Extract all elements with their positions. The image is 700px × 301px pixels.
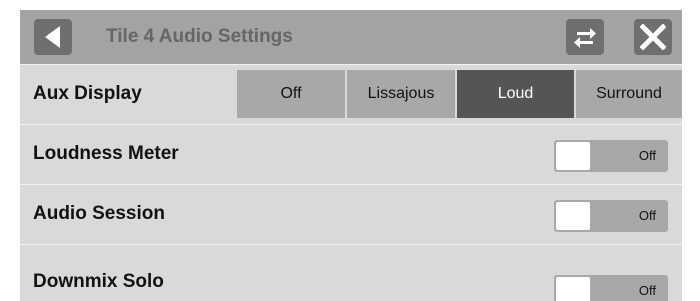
audio-settings-panel: Tile 4 Audio Settings Aux Display Off Li… [20,10,682,301]
downmix-solo-row: Downmix Solo Off [20,244,682,301]
loudness-meter-label: Loudness Meter [33,143,179,164]
back-arrow-icon [45,26,60,48]
toggle-knob [556,142,590,170]
audio-session-label: Audio Session [33,203,165,224]
close-button[interactable] [634,19,672,55]
title-bar: Tile 4 Audio Settings [20,10,682,64]
toggle-state: Off [638,283,656,298]
audio-session-toggle[interactable]: Off [554,200,668,232]
aux-display-row: Aux Display Off Lissajous Loud Surround [20,64,682,124]
swap-button[interactable] [566,19,604,55]
close-icon [640,24,666,50]
aux-display-option-lissajous[interactable]: Lissajous [347,70,455,118]
loudness-meter-row: Loudness Meter Off [20,124,682,184]
toggle-state: Off [638,208,656,223]
loudness-meter-toggle[interactable]: Off [554,140,668,172]
swap-icon [574,28,596,48]
toggle-state: Off [638,148,656,163]
back-button[interactable] [34,19,72,55]
aux-display-option-off[interactable]: Off [237,70,345,118]
downmix-solo-label: Downmix Solo [33,271,164,292]
downmix-solo-toggle[interactable]: Off [554,275,668,301]
audio-session-row: Audio Session Off [20,184,682,244]
page-title: Tile 4 Audio Settings [106,26,293,47]
toggle-knob [556,277,590,301]
toggle-knob [556,202,590,230]
aux-display-option-surround[interactable]: Surround [576,70,682,118]
aux-display-label: Aux Display [33,83,142,104]
aux-display-option-loud[interactable]: Loud [457,70,574,118]
